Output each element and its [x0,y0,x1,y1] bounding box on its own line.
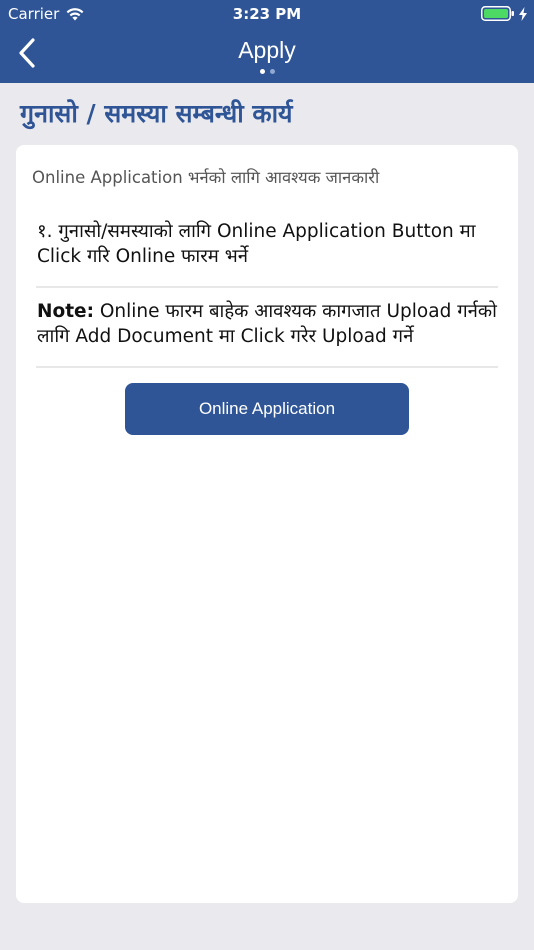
screen: Carrier 3:23 PM Apply गुनासो / समस्या सम… [0,0,534,950]
note-text: Note: Online फारम बाहेक आवश्यक कागजात Up… [37,299,499,349]
intro-text: Online Application भर्नको लागि आवश्यक जा… [32,168,380,187]
info-card: Online Application भर्नको लागि आवश्यक जा… [16,145,518,903]
note-label: Note: [37,301,94,322]
divider [36,366,498,368]
divider [36,286,498,288]
page-indicator [0,69,534,74]
charging-icon [519,6,527,21]
status-bar: Carrier 3:23 PM [0,0,534,28]
status-time: 3:23 PM [232,5,302,23]
battery-group [481,6,528,21]
page-dot-active [259,69,265,74]
online-application-button[interactable]: Online Application [125,383,409,435]
nav-bar: Apply [0,28,534,83]
top-bar: Carrier 3:23 PM Apply [0,0,534,83]
step-1-text: १. गुनासो/समस्याको लागि Online Applicati… [37,221,476,267]
battery-icon [481,6,514,21]
section-title: गुनासो / समस्या सम्बन्धी कार्य [20,99,293,128]
note-body: Online फारम बाहेक आवश्यक कागजात Upload ग… [37,301,497,347]
page-title: Apply [238,37,296,63]
page-dot-inactive [269,69,275,74]
